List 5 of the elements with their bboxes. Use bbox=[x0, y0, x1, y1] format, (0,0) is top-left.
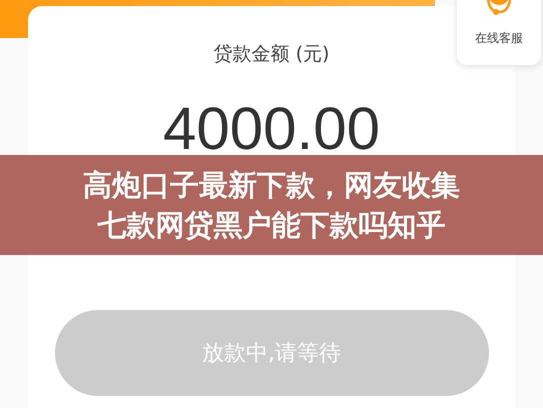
loan-amount: 4000.00 bbox=[163, 96, 380, 162]
banner-title-line: 七款网贷黑户能下款吗知乎 bbox=[98, 207, 446, 244]
loan-amount-label: 贷款金额 (元) bbox=[214, 42, 330, 67]
banner-title-line: 高炮口子最新下款，网友收集 bbox=[83, 167, 460, 204]
online-service-label[interactable]: 在线客服 bbox=[475, 30, 523, 47]
